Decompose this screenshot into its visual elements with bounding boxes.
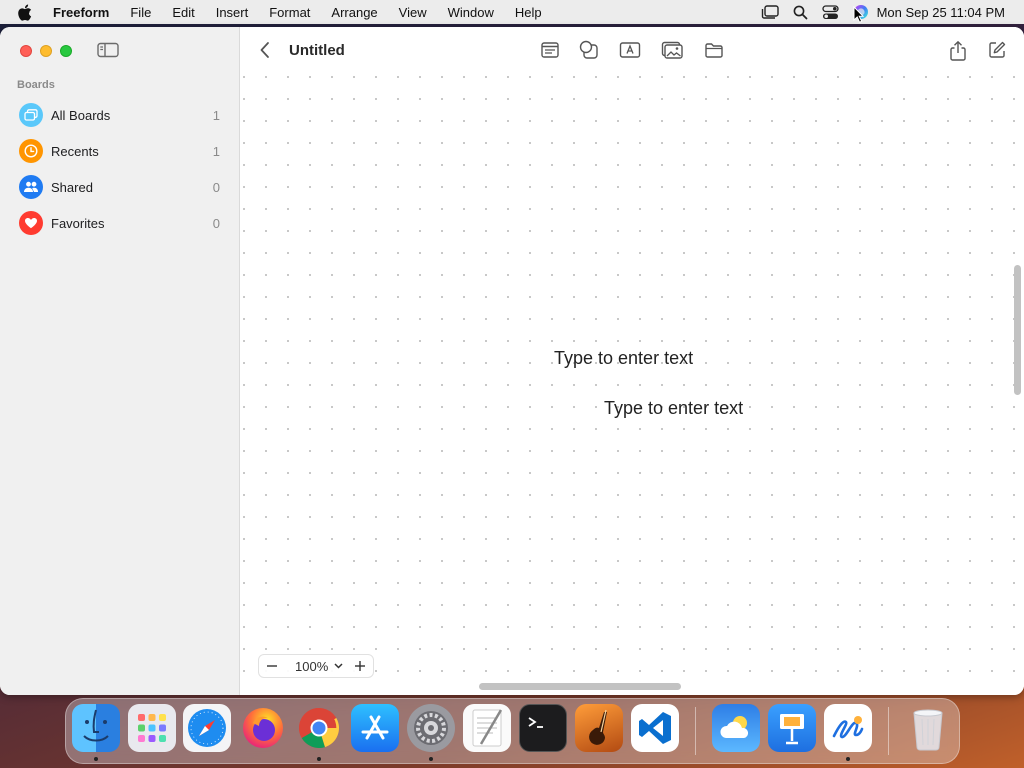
weather-icon[interactable] bbox=[712, 704, 760, 752]
menu-insert[interactable]: Insert bbox=[216, 5, 249, 20]
share-icon[interactable] bbox=[948, 40, 968, 65]
menu-file[interactable]: File bbox=[130, 5, 151, 20]
sidebar-heading: Boards bbox=[17, 79, 55, 91]
board-title: Untitled bbox=[289, 42, 345, 59]
heart-icon bbox=[19, 211, 43, 235]
system-settings-icon[interactable] bbox=[407, 704, 455, 752]
menu-bar: Freeform File Edit Insert Format Arrange… bbox=[0, 0, 1024, 24]
freeform-icon[interactable] bbox=[824, 704, 872, 752]
menu-arrange[interactable]: Arrange bbox=[331, 5, 377, 20]
apple-menu-icon[interactable] bbox=[17, 4, 39, 21]
chevron-down-icon[interactable] bbox=[334, 663, 343, 669]
window-controls bbox=[20, 45, 80, 57]
freeform-window: Boards All Boards 1 Recents 1 Shared 0 F… bbox=[0, 27, 1024, 695]
terminal-icon[interactable] bbox=[519, 704, 567, 752]
mouse-cursor-icon bbox=[853, 5, 865, 26]
sidebar-item-count: 1 bbox=[212, 107, 220, 123]
toolbar: Untitled bbox=[241, 27, 1024, 75]
zoom-level[interactable]: 100% bbox=[295, 659, 328, 674]
zoom-out-button[interactable] bbox=[263, 657, 281, 675]
dock bbox=[65, 698, 960, 764]
dock-separator bbox=[888, 707, 889, 755]
sidebar-item-label: All Boards bbox=[51, 107, 111, 123]
launchpad-icon[interactable] bbox=[128, 704, 176, 752]
canvas-text-box[interactable]: Type to enter text bbox=[604, 398, 743, 419]
back-chevron-icon[interactable] bbox=[259, 41, 271, 62]
sidebar-item-label: Shared bbox=[51, 179, 93, 195]
files-icon[interactable] bbox=[704, 40, 724, 63]
menu-edit[interactable]: Edit bbox=[172, 5, 194, 20]
sidebar-item-shared[interactable]: Shared 0 bbox=[0, 169, 240, 205]
board-area: Untitled Type to enter text Type to ente… bbox=[241, 27, 1024, 695]
horizontal-scrollbar[interactable] bbox=[479, 683, 681, 690]
zoom-control: 100% bbox=[258, 654, 375, 678]
sticky-note-icon[interactable] bbox=[540, 40, 560, 63]
sidebar-item-count: 0 bbox=[212, 179, 220, 195]
spotlight-search-icon[interactable] bbox=[793, 5, 808, 20]
textedit-icon[interactable] bbox=[463, 704, 511, 752]
chrome-icon[interactable] bbox=[295, 704, 343, 752]
safari-icon[interactable] bbox=[183, 704, 231, 752]
sidebar-item-label: Favorites bbox=[51, 215, 105, 231]
sidebar-item-label: Recents bbox=[51, 143, 99, 159]
canvas-text-box[interactable]: Type to enter text bbox=[554, 348, 693, 369]
menu-help[interactable]: Help bbox=[515, 5, 542, 20]
media-icon[interactable] bbox=[661, 40, 683, 63]
menu-app-name[interactable]: Freeform bbox=[53, 5, 109, 20]
control-center-icon[interactable] bbox=[821, 4, 839, 20]
shapes-icon[interactable] bbox=[579, 40, 599, 63]
trash-icon[interactable] bbox=[904, 704, 952, 752]
firefox-icon[interactable] bbox=[239, 704, 287, 752]
sidebar: Boards All Boards 1 Recents 1 Shared 0 F… bbox=[0, 27, 240, 695]
menu-bar-clock[interactable]: Mon Sep 25 11:04 PM bbox=[877, 5, 1005, 20]
minimize-window-button[interactable] bbox=[40, 45, 52, 57]
dock-separator bbox=[695, 707, 696, 755]
sidebar-item-recents[interactable]: Recents 1 bbox=[0, 133, 240, 169]
running-indicator bbox=[317, 757, 321, 761]
zoom-in-button[interactable] bbox=[351, 657, 369, 675]
running-indicator bbox=[94, 757, 98, 761]
vertical-scrollbar[interactable] bbox=[1014, 265, 1021, 395]
sidebar-item-count: 0 bbox=[212, 215, 220, 231]
all-boards-icon bbox=[19, 103, 43, 127]
board-canvas[interactable]: Type to enter text Type to enter text bbox=[241, 75, 1024, 679]
running-indicator bbox=[846, 757, 850, 761]
text-box-icon[interactable] bbox=[619, 40, 641, 63]
close-window-button[interactable] bbox=[20, 45, 32, 57]
clock-icon bbox=[19, 139, 43, 163]
sidebar-toggle-icon[interactable] bbox=[97, 42, 119, 61]
menu-view[interactable]: View bbox=[399, 5, 427, 20]
vscode-icon[interactable] bbox=[631, 704, 679, 752]
running-indicator bbox=[429, 757, 433, 761]
keynote-icon[interactable] bbox=[768, 704, 816, 752]
sidebar-item-all-boards[interactable]: All Boards 1 bbox=[0, 97, 240, 133]
compose-icon[interactable] bbox=[987, 40, 1007, 63]
sidebar-item-favorites[interactable]: Favorites 0 bbox=[0, 205, 240, 241]
app-store-icon[interactable] bbox=[351, 704, 399, 752]
garageband-icon[interactable] bbox=[575, 704, 623, 752]
people-icon bbox=[19, 175, 43, 199]
menu-window[interactable]: Window bbox=[448, 5, 494, 20]
finder-icon[interactable] bbox=[72, 704, 120, 752]
stage-manager-icon[interactable] bbox=[761, 5, 779, 19]
menu-format[interactable]: Format bbox=[269, 5, 310, 20]
zoom-window-button[interactable] bbox=[60, 45, 72, 57]
sidebar-item-count: 1 bbox=[212, 143, 220, 159]
boards-list: All Boards 1 Recents 1 Shared 0 Favorite… bbox=[0, 97, 240, 241]
